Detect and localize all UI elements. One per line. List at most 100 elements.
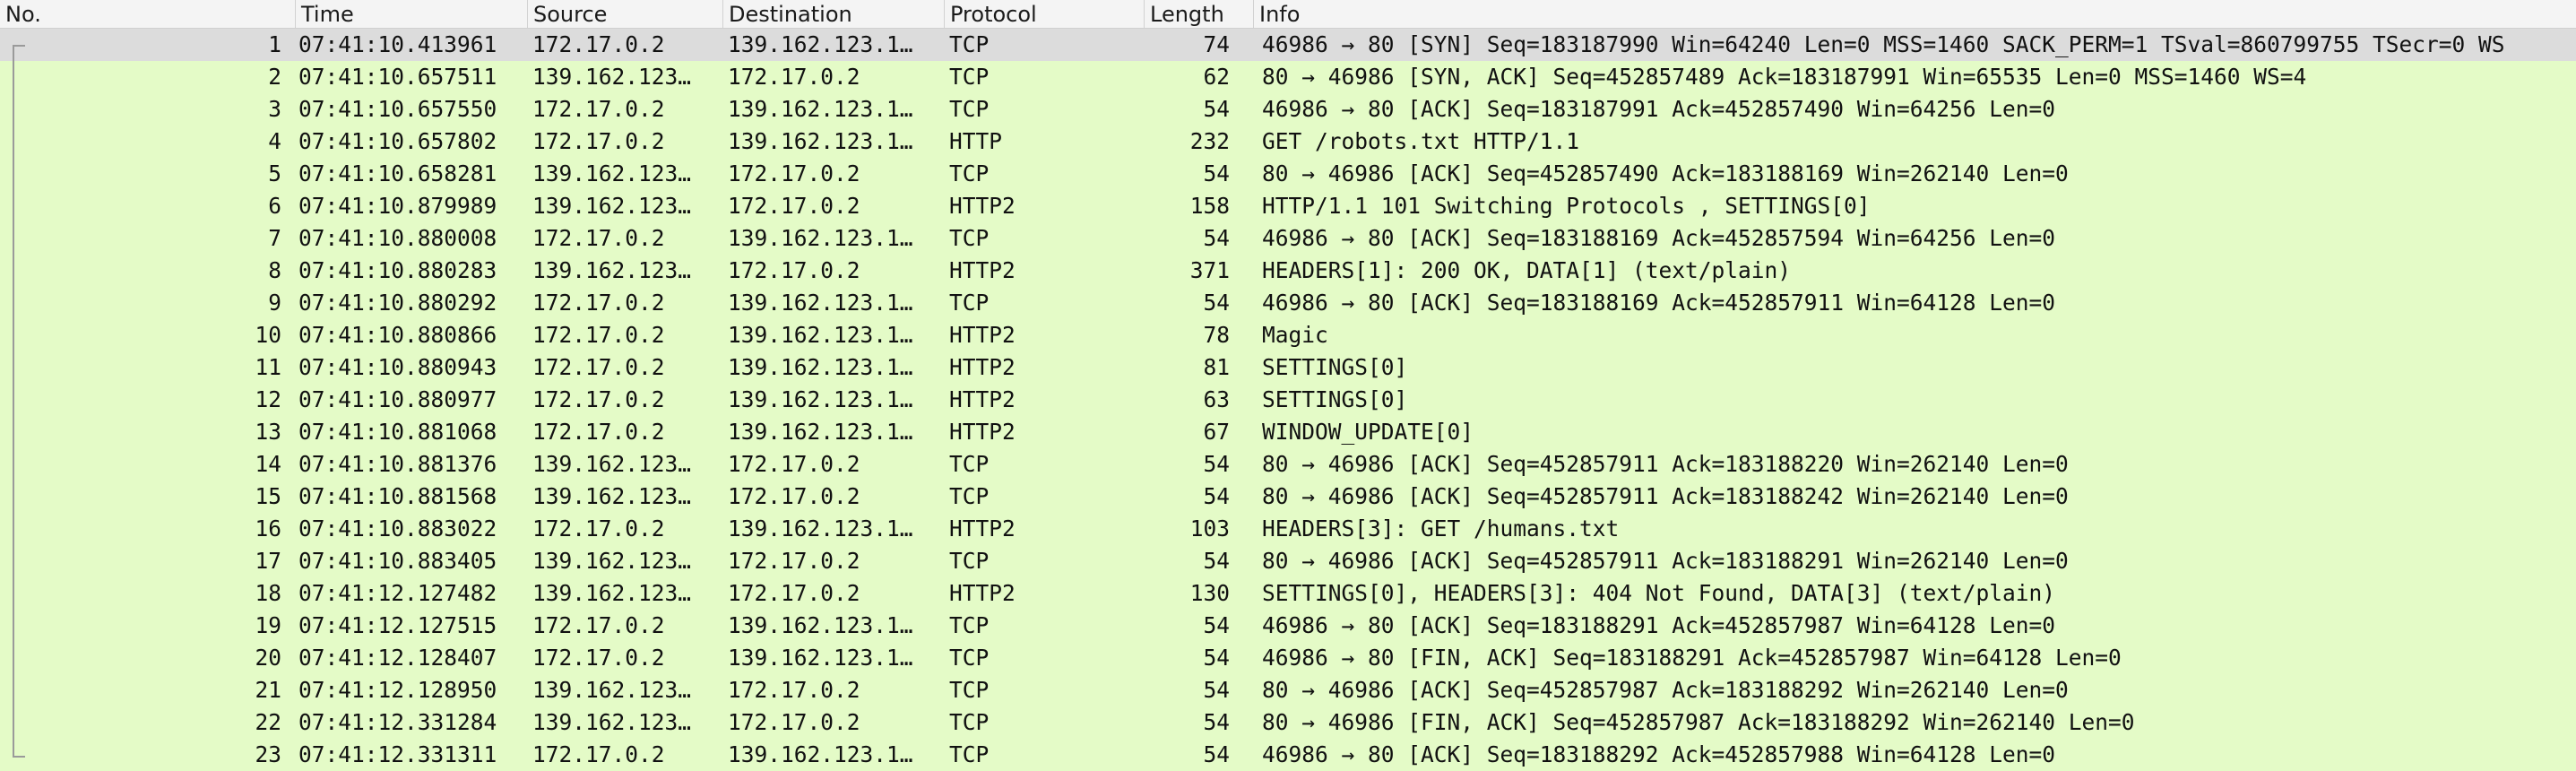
conversation-bracket-line [13,45,14,758]
packet-number: 14 [255,451,281,477]
packet-info: 80 → 46986 [SYN, ACK] Seq=452857489 Ack=… [1262,64,2307,90]
packet-time: 07:41:12.331311 [298,741,497,767]
packet-protocol: HTTP2 [949,386,1016,412]
packet-destination: 139.162.123.1… [728,645,913,671]
packet-time: 07:41:10.657550 [298,96,497,122]
packet-row[interactable]: 6 07:41:10.879989 139.162.123… 172.17.0.2 HT… [0,190,2576,222]
packet-row[interactable]: 5 07:41:10.658281 139.162.123… 172.17.0.2 TC… [0,158,2576,190]
packet-row[interactable]: 4 07:41:10.657802 172.17.0.2 139.162.123.1…… [0,126,2576,158]
packet-info: 46986 → 80 [ACK] Seq=183188169 Ack=45285… [1262,290,2056,316]
packet-number: 20 [255,645,281,671]
packet-destination: 172.17.0.2 [728,160,860,186]
packet-info: 80 → 46986 [ACK] Seq=452857911 Ack=18318… [1262,483,2069,509]
packet-destination: 172.17.0.2 [728,193,860,219]
packet-row[interactable]: 11 07:41:10.880943 172.17.0.2 139.162.123.1… [0,351,2576,384]
packet-info: HEADERS[3]: GET /humans.txt [1262,515,1620,541]
packet-number: 1 [268,31,281,57]
packet-number: 21 [255,677,281,703]
packet-protocol: HTTP [949,128,1003,154]
packet-length: 74 [1203,31,1230,57]
packet-row[interactable]: 17 07:41:10.883405 139.162.123… 172.17.0.2 T… [0,545,2576,577]
packet-protocol: TCP [949,64,990,90]
column-header-destination[interactable]: Destination [723,0,945,28]
packet-time: 07:41:12.127482 [298,580,497,606]
packet-row[interactable]: 12 07:41:10.880977 172.17.0.2 139.162.123.1… [0,384,2576,416]
packet-row[interactable]: 16 07:41:10.883022 172.17.0.2 139.162.123.1… [0,513,2576,545]
packet-source: 139.162.123… [532,709,692,735]
packet-info: 80 → 46986 [FIN, ACK] Seq=452857987 Ack=… [1262,709,2135,735]
packet-protocol: TCP [949,225,990,251]
packet-info: 46986 → 80 [ACK] Seq=183188292 Ack=45285… [1262,741,2056,767]
packet-row[interactable]: 20 07:41:12.128407 172.17.0.2 139.162.123.1… [0,642,2576,674]
packet-protocol: TCP [949,290,990,316]
packet-info: SETTINGS[0] [1262,386,1408,412]
packet-source: 139.162.123… [532,580,692,606]
packet-row[interactable]: 14 07:41:10.881376 139.162.123… 172.17.0.2 T… [0,448,2576,481]
packet-protocol: HTTP2 [949,193,1016,219]
packet-source: 139.162.123… [532,677,692,703]
packet-protocol: TCP [949,612,990,638]
column-header-length[interactable]: Length [1145,0,1254,28]
packet-source: 172.17.0.2 [532,290,665,316]
packet-row[interactable]: 22 07:41:12.331284 139.162.123… 172.17.0.2 T… [0,706,2576,739]
packet-protocol: TCP [949,483,990,509]
packet-protocol: TCP [949,741,990,767]
packet-row[interactable]: 18 07:41:12.127482 139.162.123… 172.17.0.2 H… [0,577,2576,610]
packet-protocol: TCP [949,160,990,186]
packet-time: 07:41:10.880977 [298,386,497,412]
packet-rows: 1 07:41:10.413961 172.17.0.2 139.162.123.1…… [0,29,2576,771]
packet-row[interactable]: 10 07:41:10.880866 172.17.0.2 139.162.123.1… [0,319,2576,351]
packet-info: HTTP/1.1 101 Switching Protocols , SETTI… [1262,193,1871,219]
packet-length: 54 [1203,451,1230,477]
packet-source: 139.162.123… [532,160,692,186]
packet-row[interactable]: 3 07:41:10.657550 172.17.0.2 139.162.123.1…… [0,93,2576,126]
packet-length: 54 [1203,225,1230,251]
packet-protocol: TCP [949,548,990,574]
packet-row[interactable]: 21 07:41:12.128950 139.162.123… 172.17.0.2 T… [0,674,2576,706]
column-header-info[interactable]: Info [1254,0,2576,28]
packet-row[interactable]: 1 07:41:10.413961 172.17.0.2 139.162.123.1…… [0,29,2576,61]
packet-length: 54 [1203,677,1230,703]
column-header-protocol[interactable]: Protocol [945,0,1145,28]
packet-destination: 172.17.0.2 [728,257,860,283]
packet-info: 80 → 46986 [ACK] Seq=452857490 Ack=18318… [1262,160,2069,186]
packet-length: 232 [1189,128,1230,154]
packet-row[interactable]: 15 07:41:10.881568 139.162.123… 172.17.0.2 T… [0,481,2576,513]
packet-protocol: TCP [949,31,990,57]
packet-protocol: TCP [949,645,990,671]
packet-row[interactable]: 9 07:41:10.880292 172.17.0.2 139.162.123.1…… [0,287,2576,319]
packet-source: 172.17.0.2 [532,128,665,154]
packet-destination: 139.162.123.1… [728,322,913,348]
packet-row[interactable]: 13 07:41:10.881068 172.17.0.2 139.162.123.1… [0,416,2576,448]
packet-info: HEADERS[1]: 200 OK, DATA[1] (text/plain) [1262,257,1792,283]
conversation-bracket-top [13,45,25,47]
packet-length: 130 [1189,580,1230,606]
packet-number: 2 [268,64,281,90]
packet-row[interactable]: 19 07:41:12.127515 172.17.0.2 139.162.123.1… [0,610,2576,642]
packet-row[interactable]: 23 07:41:12.331311 172.17.0.2 139.162.123.1… [0,739,2576,771]
packet-info: WINDOW_UPDATE[0] [1262,419,1474,445]
column-header-no[interactable]: No. [0,0,296,28]
packet-row[interactable]: 2 07:41:10.657511 139.162.123… 172.17.0.2 TC… [0,61,2576,93]
packet-length: 62 [1203,64,1230,90]
packet-list: No. Time Source Destination Protocol Len… [0,0,2576,771]
packet-protocol: HTTP2 [949,257,1016,283]
packet-length: 54 [1203,483,1230,509]
column-header-source[interactable]: Source [528,0,723,28]
column-header-time[interactable]: Time [296,0,528,28]
packet-source: 172.17.0.2 [532,419,665,445]
packet-source: 172.17.0.2 [532,741,665,767]
packet-length: 54 [1203,612,1230,638]
packet-protocol: TCP [949,677,990,703]
packet-length: 81 [1203,354,1230,380]
packet-info: SETTINGS[0] [1262,354,1408,380]
packet-length: 54 [1203,290,1230,316]
packet-number: 13 [255,419,281,445]
packet-time: 07:41:10.880283 [298,257,497,283]
packet-info: 46986 → 80 [ACK] Seq=183188169 Ack=45285… [1262,225,2056,251]
packet-length: 54 [1203,741,1230,767]
packet-destination: 172.17.0.2 [728,548,860,574]
packet-row[interactable]: 8 07:41:10.880283 139.162.123… 172.17.0.2 HT… [0,255,2576,287]
packet-row[interactable]: 7 07:41:10.880008 172.17.0.2 139.162.123.1…… [0,222,2576,255]
packet-destination: 139.162.123.1… [728,741,913,767]
